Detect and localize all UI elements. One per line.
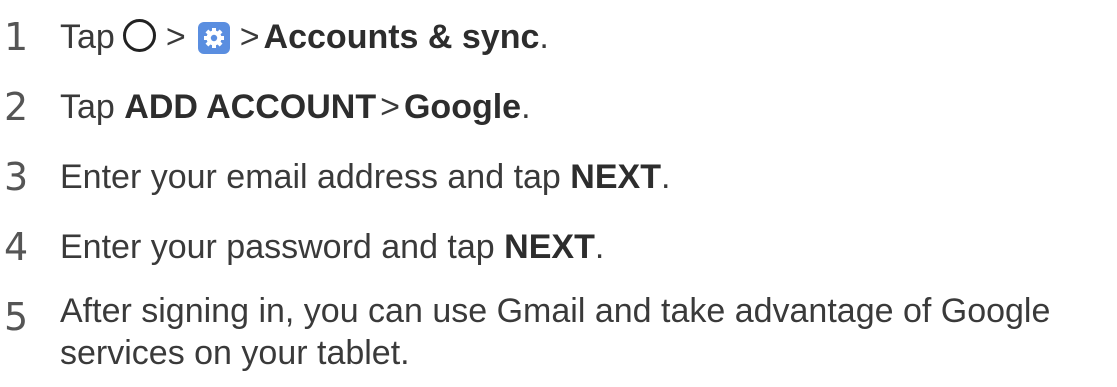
instruction-steps: 1 Tap > > Accounts & sync. 2 Tap ADD ACCOUN… bbox=[0, 0, 1117, 387]
google-label: Google bbox=[403, 88, 522, 126]
period: . bbox=[660, 158, 671, 196]
settings-gear-icon bbox=[197, 22, 230, 54]
step-number: 1 bbox=[4, 15, 28, 59]
step-text: Tap ADD ACCOUNT > Google. bbox=[60, 82, 531, 132]
next-label: NEXT bbox=[504, 228, 595, 266]
step-instruction: Enter your password and tap bbox=[60, 228, 495, 266]
step-instruction: Enter your email address and tap bbox=[60, 158, 561, 196]
step-number: 2 bbox=[4, 85, 28, 129]
tap-word: Tap bbox=[60, 88, 115, 126]
accounts-sync-label: Accounts & sync bbox=[263, 18, 540, 56]
step-text: Enter your email address and tap NEXT. bbox=[60, 152, 670, 202]
separator-chevron: > bbox=[165, 18, 186, 56]
next-label: NEXT bbox=[570, 158, 661, 196]
tap-word: Tap bbox=[60, 18, 115, 56]
home-button-icon bbox=[122, 19, 156, 52]
separator-chevron: > bbox=[380, 88, 400, 126]
separator-chevron: > bbox=[239, 18, 260, 56]
step-text: Tap > > Accounts & sync. bbox=[60, 12, 549, 62]
step-text: After signing in, you can use Gmail and … bbox=[60, 292, 1051, 372]
period: . bbox=[521, 88, 531, 126]
period: . bbox=[594, 228, 605, 266]
period: . bbox=[539, 18, 549, 56]
step-number: 5 bbox=[4, 295, 28, 339]
add-account-label: ADD ACCOUNT bbox=[124, 88, 377, 126]
step-number: 4 bbox=[4, 225, 28, 269]
step-text: Enter your password and tap NEXT. bbox=[60, 222, 604, 272]
step-number: 3 bbox=[4, 155, 28, 199]
